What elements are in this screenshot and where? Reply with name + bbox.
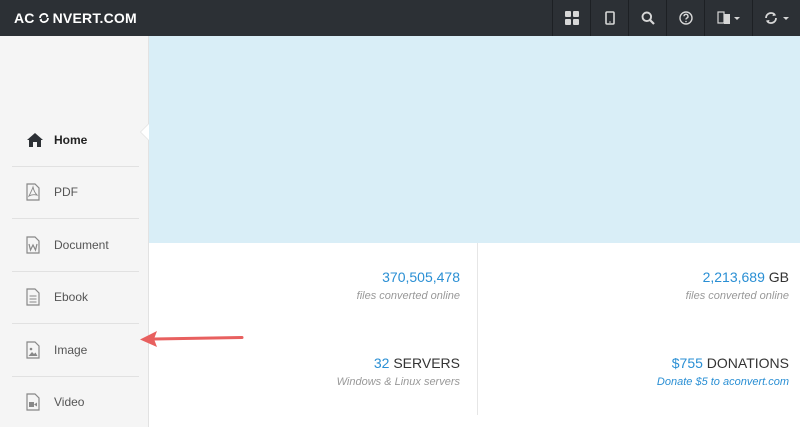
brand-logo[interactable]: AC NVERT.COM: [14, 0, 137, 36]
banner-area: [149, 36, 800, 243]
language-dropdown[interactable]: [704, 0, 752, 36]
sidebar-item-label: Video: [54, 395, 85, 410]
tablet-icon: [604, 11, 615, 25]
stat-caption: files converted online: [356, 290, 460, 302]
stat-value: 370,505,478: [382, 269, 460, 285]
stat-caption: files converted online: [685, 290, 789, 302]
brand-text-left: AC: [14, 10, 35, 26]
stat-caption: Windows & Linux servers: [336, 376, 460, 388]
tablet-button[interactable]: [590, 0, 628, 36]
sidebar-item-ebook[interactable]: Ebook: [12, 272, 139, 324]
brand-text-right: NVERT.COM: [52, 10, 137, 26]
search-button[interactable]: [628, 0, 666, 36]
help-button[interactable]: [666, 0, 704, 36]
language-icon: [716, 11, 740, 24]
sidebar-item-video[interactable]: Video: [12, 377, 139, 427]
stat-value: $755 DONATIONS: [671, 355, 789, 371]
sidebar-item-label: Image: [54, 342, 88, 357]
stat-data-size: 2,213,689 GB files converted online: [686, 269, 789, 302]
stat-donations: $755 DONATIONS Donate $5 to aconvert.com: [657, 355, 789, 388]
grid-button[interactable]: [552, 0, 590, 36]
annotation-arrow-icon: [140, 331, 244, 347]
home-icon: [12, 132, 54, 148]
search-icon: [641, 11, 655, 25]
help-icon: [678, 11, 693, 25]
sidebar-menu: Home PDF Document Ebook Image Video: [12, 114, 139, 427]
stat-value: 32 SERVERS: [373, 355, 460, 371]
top-toolbar: [552, 0, 800, 36]
image-icon: [12, 341, 54, 359]
sidebar-item-pdf[interactable]: PDF: [12, 167, 139, 219]
stat-files-converted: 370,505,478 files converted online: [357, 269, 460, 302]
sidebar: Home PDF Document Ebook Image Video: [0, 36, 149, 427]
sidebar-item-label: PDF: [54, 185, 78, 200]
sidebar-item-label: Document: [54, 237, 109, 252]
grid-icon: [564, 11, 579, 25]
pdf-icon: [12, 183, 54, 201]
refresh-dropdown[interactable]: [752, 0, 800, 36]
ebook-icon: [12, 288, 54, 306]
sidebar-item-label: Ebook: [54, 290, 89, 305]
top-navbar: AC NVERT.COM: [0, 0, 800, 36]
stat-value: 2,213,689 GB: [702, 269, 789, 285]
sidebar-item-home[interactable]: Home: [12, 114, 139, 167]
donate-link[interactable]: Donate $5 to aconvert.com: [657, 376, 789, 388]
stat-servers: 32 SERVERS Windows & Linux servers: [337, 355, 460, 388]
stats-divider: [477, 243, 478, 415]
sidebar-item-document[interactable]: Document: [12, 219, 139, 272]
document-icon: [12, 236, 54, 254]
refresh-icon: [764, 12, 789, 24]
sidebar-item-label: Home: [54, 132, 88, 147]
video-icon: [12, 393, 54, 411]
sidebar-item-image[interactable]: Image: [12, 324, 139, 377]
convert-arrows-icon: [38, 12, 50, 24]
